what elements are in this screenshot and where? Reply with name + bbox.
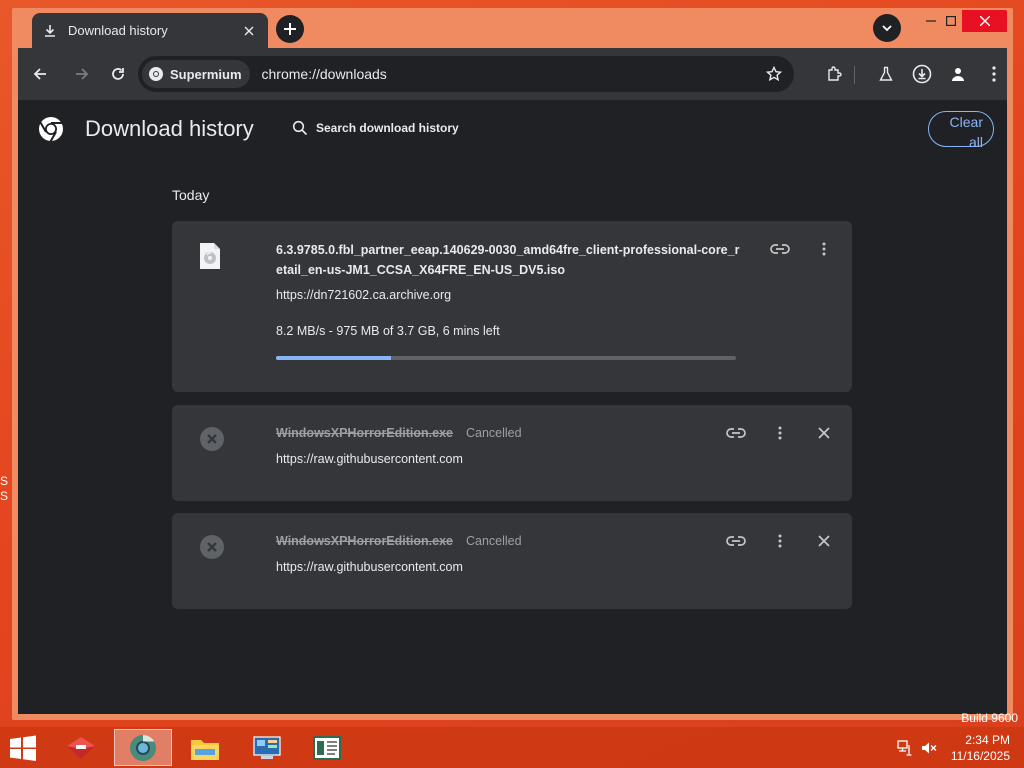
browser-toolbar: Supermium chrome://downloads: [18, 48, 1007, 100]
more-actions-icon[interactable]: [766, 419, 794, 447]
taskbar-app-browser[interactable]: [114, 729, 172, 766]
back-button[interactable]: [24, 58, 56, 90]
clock-date: 11/16/2025: [950, 749, 1010, 763]
menu-kebab-icon[interactable]: [978, 58, 1010, 90]
tab-search-button[interactable]: [873, 14, 901, 42]
control-panel-icon: [253, 735, 281, 759]
download-progress-bar: [276, 356, 736, 360]
cancelled-icon: [200, 427, 224, 451]
network-icon[interactable]: [896, 739, 914, 757]
copy-link-icon[interactable]: [722, 419, 750, 447]
windows-build-watermark: Build 9600: [961, 711, 1018, 725]
desktop-icon-label-fragment: S: [0, 474, 9, 488]
downloads-page: Download history Clear all Today 6.3.978…: [18, 100, 1007, 714]
search-input[interactable]: [316, 121, 896, 135]
download-icon: [42, 23, 58, 39]
profile-avatar-icon[interactable]: [942, 58, 974, 90]
page-header: Download history Clear all: [18, 100, 1007, 158]
iso-file-icon: [200, 243, 220, 269]
download-progress-text: 8.2 MB/s - 975 MB of 3.7 GB, 6 mins left: [276, 324, 500, 338]
download-source-url[interactable]: https://dn721602.ca.archive.org: [276, 288, 451, 302]
download-file-name: WindowsXPHorrorEdition.exe: [276, 426, 453, 440]
supermium-logo-icon: [149, 67, 163, 81]
tab-download-history[interactable]: Download history: [32, 13, 268, 48]
volume-muted-icon[interactable]: [920, 739, 938, 757]
taskbar-app-file-explorer[interactable]: [176, 729, 234, 766]
search-icon: [292, 120, 308, 136]
page-title: Download history: [85, 116, 254, 141]
download-item: 6.3.9785.0.fbl_partner_eeap.140629-0030_…: [172, 221, 852, 392]
clock-time: 2:34 PM: [965, 733, 1010, 747]
desktop-icon-label-fragment: S: [0, 489, 9, 503]
download-status: Cancelled: [466, 426, 522, 440]
tab-title: Download history: [68, 23, 168, 38]
download-file-name[interactable]: 6.3.9785.0.fbl_partner_eeap.140629-0030_…: [276, 240, 741, 280]
bookmark-star-icon[interactable]: [760, 60, 788, 88]
taskbar-app-document[interactable]: [298, 729, 356, 766]
download-file-name: WindowsXPHorrorEdition.exe: [276, 534, 453, 548]
clear-all-button[interactable]: Clear all: [928, 111, 994, 150]
download-item: WindowsXPHorrorEdition.exe Cancelled htt…: [172, 405, 852, 501]
labs-flask-icon[interactable]: [870, 58, 902, 90]
cancelled-icon: [200, 535, 224, 559]
close-window-button[interactable]: [962, 10, 1007, 32]
address-bar[interactable]: Supermium chrome://downloads: [138, 56, 794, 92]
browser-window: Download history Supermium chrome://down…: [12, 8, 1013, 720]
taskbar-app-red[interactable]: [52, 729, 110, 766]
downloads-button-icon[interactable]: [906, 58, 938, 90]
windows-start-icon[interactable]: [8, 735, 38, 761]
url-text[interactable]: chrome://downloads: [262, 66, 760, 82]
chrome-icon: [130, 734, 156, 761]
extensions-icon[interactable]: [818, 58, 850, 90]
more-actions-icon[interactable]: [810, 235, 838, 263]
taskbar: 2:34 PM 11/16/2025: [0, 727, 1024, 768]
site-chip-label: Supermium: [170, 66, 242, 82]
file-explorer-icon: [191, 739, 219, 760]
download-progress-fill: [276, 356, 391, 360]
taskbar-app-control-panel[interactable]: [238, 729, 296, 766]
site-info-chip[interactable]: Supermium: [142, 60, 250, 88]
copy-link-icon[interactable]: [722, 527, 750, 555]
remove-item-close-icon[interactable]: [810, 419, 838, 447]
download-source-url[interactable]: https://raw.githubusercontent.com: [276, 452, 463, 466]
copy-link-icon[interactable]: [766, 235, 794, 263]
search-downloads-box[interactable]: [280, 111, 922, 145]
download-source-url[interactable]: https://raw.githubusercontent.com: [276, 560, 463, 574]
system-clock[interactable]: 2:34 PM 11/16/2025: [951, 732, 1010, 764]
download-item: WindowsXPHorrorEdition.exe Cancelled htt…: [172, 513, 852, 609]
document-app-icon: [313, 735, 341, 760]
download-status: Cancelled: [466, 534, 522, 548]
chrome-logo-icon: [39, 117, 63, 142]
more-actions-icon[interactable]: [766, 527, 794, 555]
section-date-heading: Today: [172, 187, 210, 203]
tab-close-icon[interactable]: [240, 22, 258, 40]
tab-strip: Download history: [12, 8, 1013, 48]
toolbar-divider: [854, 66, 855, 84]
red-app-icon: [67, 736, 95, 759]
remove-item-close-icon[interactable]: [810, 527, 838, 555]
reload-button[interactable]: [102, 58, 134, 90]
new-tab-button[interactable]: [276, 15, 304, 43]
forward-button[interactable]: [66, 58, 98, 90]
